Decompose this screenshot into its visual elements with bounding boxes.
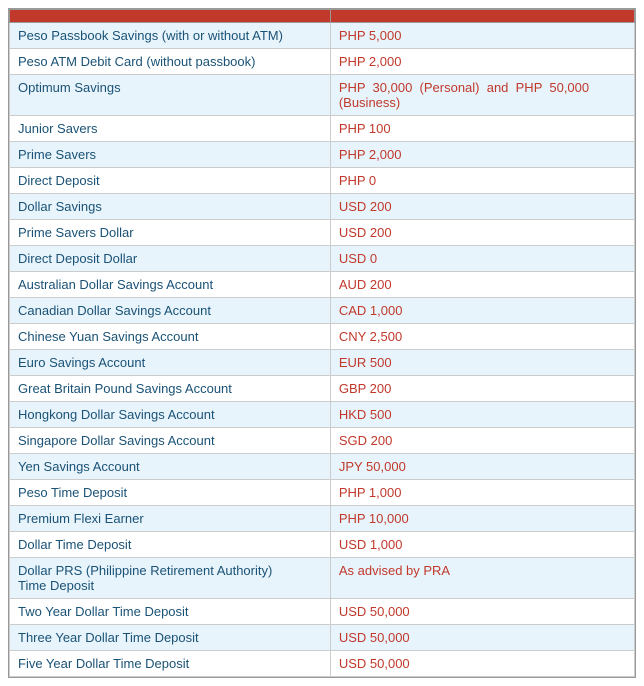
table-row: Australian Dollar Savings AccountAUD 200 xyxy=(10,272,635,298)
account-type-cell: Prime Savers Dollar xyxy=(10,220,331,246)
account-type-cell: Five Year Dollar Time Deposit xyxy=(10,651,331,677)
table-row: Five Year Dollar Time DepositUSD 50,000 xyxy=(10,651,635,677)
account-type-cell: Australian Dollar Savings Account xyxy=(10,272,331,298)
table-row: Great Britain Pound Savings AccountGBP 2… xyxy=(10,376,635,402)
account-type-cell: Dollar Time Deposit xyxy=(10,532,331,558)
account-type-cell: Euro Savings Account xyxy=(10,350,331,376)
table-row: Dollar Time DepositUSD 1,000 xyxy=(10,532,635,558)
account-type-cell: Three Year Dollar Time Deposit xyxy=(10,625,331,651)
table-row: Optimum SavingsPHP 30,000 (Personal) and… xyxy=(10,75,635,116)
table-row: Chinese Yuan Savings AccountCNY 2,500 xyxy=(10,324,635,350)
min-deposit-cell: AUD 200 xyxy=(330,272,634,298)
table-row: Canadian Dollar Savings AccountCAD 1,000 xyxy=(10,298,635,324)
min-deposit-cell: GBP 200 xyxy=(330,376,634,402)
min-deposit-cell: HKD 500 xyxy=(330,402,634,428)
account-type-cell: Direct Deposit xyxy=(10,168,331,194)
min-deposit-cell: CAD 1,000 xyxy=(330,298,634,324)
min-deposit-cell: USD 1,000 xyxy=(330,532,634,558)
account-type-cell: Direct Deposit Dollar xyxy=(10,246,331,272)
table-row: Prime SaversPHP 2,000 xyxy=(10,142,635,168)
min-deposit-cell: PHP 30,000 (Personal) and PHP 50,000 (Bu… xyxy=(330,75,634,116)
min-deposit-cell: JPY 50,000 xyxy=(330,454,634,480)
account-type-cell: Optimum Savings xyxy=(10,75,331,116)
min-deposit-cell: PHP 2,000 xyxy=(330,49,634,75)
account-type-cell: Peso Passbook Savings (with or without A… xyxy=(10,23,331,49)
min-deposit-cell: PHP 10,000 xyxy=(330,506,634,532)
account-type-cell: Chinese Yuan Savings Account xyxy=(10,324,331,350)
table-row: Junior SaversPHP 100 xyxy=(10,116,635,142)
account-type-cell: Prime Savers xyxy=(10,142,331,168)
table-row: Direct Deposit DollarUSD 0 xyxy=(10,246,635,272)
min-deposit-cell: PHP 1,000 xyxy=(330,480,634,506)
table-row: Peso Passbook Savings (with or without A… xyxy=(10,23,635,49)
table-row: Yen Savings AccountJPY 50,000 xyxy=(10,454,635,480)
table-row: Singapore Dollar Savings AccountSGD 200 xyxy=(10,428,635,454)
table-row: Three Year Dollar Time DepositUSD 50,000 xyxy=(10,625,635,651)
min-deposit-cell: PHP 0 xyxy=(330,168,634,194)
account-type-cell: Canadian Dollar Savings Account xyxy=(10,298,331,324)
table-row: Dollar PRS (Philippine Retirement Author… xyxy=(10,558,635,599)
account-type-cell: Peso Time Deposit xyxy=(10,480,331,506)
account-type-cell: Dollar PRS (Philippine Retirement Author… xyxy=(10,558,331,599)
table-row: Hongkong Dollar Savings AccountHKD 500 xyxy=(10,402,635,428)
account-type-cell: Peso ATM Debit Card (without passbook) xyxy=(10,49,331,75)
account-type-cell: Hongkong Dollar Savings Account xyxy=(10,402,331,428)
table-row: Prime Savers DollarUSD 200 xyxy=(10,220,635,246)
min-deposit-cell: EUR 500 xyxy=(330,350,634,376)
table-row: Peso Time DepositPHP 1,000 xyxy=(10,480,635,506)
savings-table-container: Peso Passbook Savings (with or without A… xyxy=(8,8,636,678)
min-deposit-cell: CNY 2,500 xyxy=(330,324,634,350)
table-row: Dollar SavingsUSD 200 xyxy=(10,194,635,220)
min-deposit-cell: SGD 200 xyxy=(330,428,634,454)
min-deposit-cell: USD 50,000 xyxy=(330,625,634,651)
account-type-cell: Dollar Savings xyxy=(10,194,331,220)
min-deposit-cell: PHP 2,000 xyxy=(330,142,634,168)
table-row: Premium Flexi EarnerPHP 10,000 xyxy=(10,506,635,532)
min-deposit-cell: USD 200 xyxy=(330,220,634,246)
min-deposit-cell: PHP 5,000 xyxy=(330,23,634,49)
account-type-cell: Yen Savings Account xyxy=(10,454,331,480)
min-deposit-cell: PHP 100 xyxy=(330,116,634,142)
bdo-savings-table: Peso Passbook Savings (with or without A… xyxy=(9,9,635,677)
min-deposit-cell: USD 50,000 xyxy=(330,651,634,677)
header-min-deposit xyxy=(330,10,634,23)
account-type-cell: Great Britain Pound Savings Account xyxy=(10,376,331,402)
account-type-cell: Premium Flexi Earner xyxy=(10,506,331,532)
table-header-row xyxy=(10,10,635,23)
min-deposit-cell: USD 50,000 xyxy=(330,599,634,625)
account-type-cell: Singapore Dollar Savings Account xyxy=(10,428,331,454)
min-deposit-cell: As advised by PRA xyxy=(330,558,634,599)
min-deposit-cell: USD 200 xyxy=(330,194,634,220)
table-row: Two Year Dollar Time DepositUSD 50,000 xyxy=(10,599,635,625)
table-row: Euro Savings AccountEUR 500 xyxy=(10,350,635,376)
min-deposit-cell: USD 0 xyxy=(330,246,634,272)
table-row: Peso ATM Debit Card (without passbook)PH… xyxy=(10,49,635,75)
account-type-cell: Two Year Dollar Time Deposit xyxy=(10,599,331,625)
table-row: Direct DepositPHP 0 xyxy=(10,168,635,194)
header-account-type xyxy=(10,10,331,23)
account-type-cell: Junior Savers xyxy=(10,116,331,142)
